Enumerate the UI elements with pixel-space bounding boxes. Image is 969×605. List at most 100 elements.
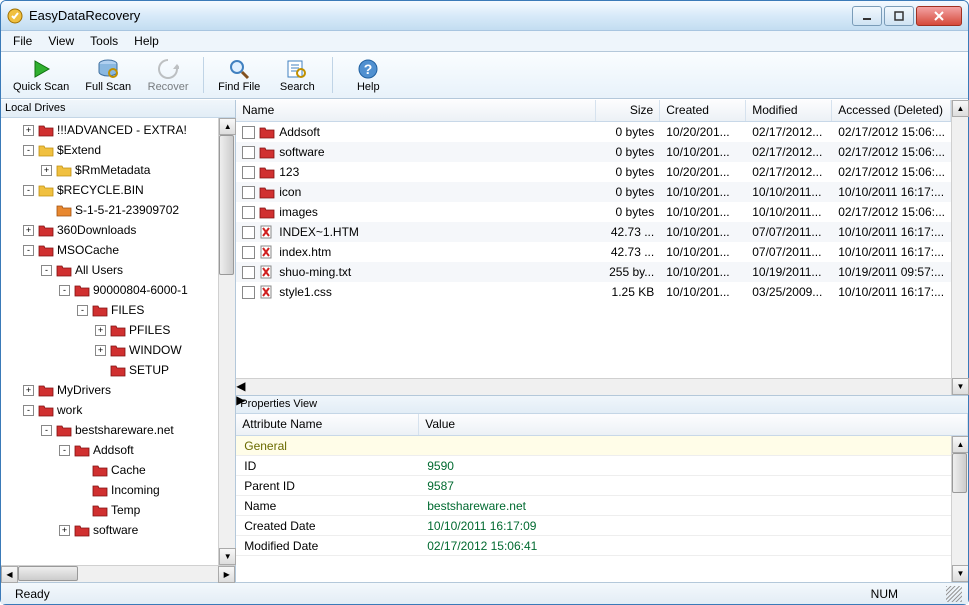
row-checkbox[interactable]	[242, 286, 255, 299]
row-checkbox[interactable]	[242, 266, 255, 279]
expander-icon[interactable]: +	[59, 525, 70, 536]
close-button[interactable]	[916, 6, 962, 26]
expander-icon[interactable]: +	[95, 325, 106, 336]
table-row[interactable]: shuo-ming.txt255 by...10/10/201...10/19/…	[236, 262, 951, 282]
scroll-down-icon[interactable]: ▼	[952, 565, 968, 582]
expander-icon[interactable]: -	[23, 405, 34, 416]
col-size[interactable]: Size	[596, 100, 660, 121]
col-attr-name[interactable]: Attribute Name	[236, 414, 419, 435]
col-modified[interactable]: Modified	[746, 100, 832, 121]
tree-node[interactable]: -$RECYCLE.BIN	[1, 180, 218, 200]
tree-node[interactable]: -Addsoft	[1, 440, 218, 460]
tree-node[interactable]: -90000804-6000-1	[1, 280, 218, 300]
col-name[interactable]: Name	[236, 100, 596, 121]
property-row[interactable]: Created Date10/10/2011 16:17:09	[236, 516, 951, 536]
row-checkbox[interactable]	[242, 126, 255, 139]
tree-node[interactable]: +MyDrivers	[1, 380, 218, 400]
scroll-thumb[interactable]	[219, 135, 234, 275]
menu-view[interactable]: View	[40, 32, 82, 50]
expander-icon[interactable]: -	[41, 425, 52, 436]
table-row[interactable]: 1230 bytes10/20/201...02/17/2012...02/17…	[236, 162, 951, 182]
expander-icon[interactable]: +	[95, 345, 106, 356]
tree-node[interactable]: +WINDOW	[1, 340, 218, 360]
expander-icon[interactable]: -	[59, 445, 70, 456]
table-row[interactable]: Addsoft0 bytes10/20/201...02/17/2012...0…	[236, 122, 951, 142]
tree-node[interactable]: -work	[1, 400, 218, 420]
list-vscrollbar[interactable]: ▲ ▼	[951, 100, 968, 395]
menu-file[interactable]: File	[5, 32, 40, 50]
tree-hscrollbar[interactable]: ◀ ▶	[1, 565, 235, 582]
expander-icon[interactable]: -	[23, 245, 34, 256]
table-row[interactable]: index.htm42.73 ...10/10/201...07/07/2011…	[236, 242, 951, 262]
scroll-right-icon[interactable]: ▶	[218, 566, 235, 583]
property-row[interactable]: Modified Date02/17/2012 15:06:41	[236, 536, 951, 556]
expander-icon[interactable]: -	[77, 305, 88, 316]
tree-node[interactable]: -bestshareware.net	[1, 420, 218, 440]
expander-icon[interactable]: +	[41, 165, 52, 176]
expander-icon[interactable]: -	[41, 265, 52, 276]
tree-node[interactable]: SETUP	[1, 360, 218, 380]
full-scan-button[interactable]: Full Scan	[77, 56, 139, 95]
tree-node[interactable]: -All Users	[1, 260, 218, 280]
col-accessed[interactable]: Accessed (Deleted)	[832, 100, 951, 121]
props-vscrollbar[interactable]: ▲ ▼	[951, 436, 968, 582]
file-list-body[interactable]: Addsoft0 bytes10/20/201...02/17/2012...0…	[236, 122, 951, 378]
tree-node[interactable]: +software	[1, 520, 218, 540]
search-button[interactable]: Search	[268, 56, 326, 95]
col-created[interactable]: Created	[660, 100, 746, 121]
property-row[interactable]: Parent ID9587	[236, 476, 951, 496]
minimize-button[interactable]	[852, 6, 882, 26]
menu-tools[interactable]: Tools	[82, 32, 126, 50]
tree-vscrollbar[interactable]: ▲ ▼	[218, 118, 235, 565]
drive-tree[interactable]: +!!!ADVANCED - EXTRA!-$Extend+$RmMetadat…	[1, 118, 218, 565]
property-row[interactable]: Namebestshareware.net	[236, 496, 951, 516]
row-checkbox[interactable]	[242, 246, 255, 259]
table-row[interactable]: software0 bytes10/10/201...02/17/2012...…	[236, 142, 951, 162]
resize-grip-icon[interactable]	[946, 586, 962, 602]
tree-node[interactable]: Incoming	[1, 480, 218, 500]
scroll-thumb[interactable]	[952, 453, 967, 493]
tree-node[interactable]: -FILES	[1, 300, 218, 320]
scroll-down-icon[interactable]: ▼	[952, 378, 969, 395]
maximize-button[interactable]	[884, 6, 914, 26]
scroll-left-icon[interactable]: ◀	[236, 379, 951, 393]
expander-icon[interactable]: -	[23, 145, 34, 156]
tree-node[interactable]: S-1-5-21-23909702	[1, 200, 218, 220]
find-file-button[interactable]: Find File	[210, 56, 268, 95]
tree-node[interactable]: +360Downloads	[1, 220, 218, 240]
table-row[interactable]: style1.css1.25 KB10/10/201...03/25/2009.…	[236, 282, 951, 302]
scroll-thumb[interactable]	[18, 566, 78, 581]
table-row[interactable]: icon0 bytes10/10/201...10/10/2011...10/1…	[236, 182, 951, 202]
row-checkbox[interactable]	[242, 166, 255, 179]
properties-body[interactable]: GeneralID9590Parent ID9587Namebestsharew…	[236, 436, 951, 582]
property-row[interactable]: ID9590	[236, 456, 951, 476]
tree-node[interactable]: Temp	[1, 500, 218, 520]
list-hscrollbar[interactable]: ◀ ▶	[236, 378, 951, 395]
tree-node[interactable]: +$RmMetadata	[1, 160, 218, 180]
menu-help[interactable]: Help	[126, 32, 167, 50]
scroll-up-icon[interactable]: ▲	[952, 100, 969, 117]
tree-node[interactable]: -$Extend	[1, 140, 218, 160]
scroll-down-icon[interactable]: ▼	[219, 548, 236, 565]
tree-node[interactable]: Cache	[1, 460, 218, 480]
expander-icon[interactable]: -	[59, 285, 70, 296]
tree-node[interactable]: -MSOCache	[1, 240, 218, 260]
row-checkbox[interactable]	[242, 226, 255, 239]
expander-icon[interactable]: +	[23, 225, 34, 236]
table-row[interactable]: INDEX~1.HTM42.73 ...10/10/201...07/07/20…	[236, 222, 951, 242]
help-button[interactable]: ? Help	[339, 56, 397, 95]
scroll-left-icon[interactable]: ◀	[1, 566, 18, 583]
row-checkbox[interactable]	[242, 146, 255, 159]
expander-icon[interactable]: +	[23, 125, 34, 136]
table-row[interactable]: images0 bytes10/10/201...10/10/2011...02…	[236, 202, 951, 222]
expander-icon[interactable]: +	[23, 385, 34, 396]
scroll-right-icon[interactable]: ▶	[236, 393, 951, 407]
scroll-up-icon[interactable]: ▲	[952, 436, 968, 453]
scroll-up-icon[interactable]: ▲	[219, 118, 236, 135]
col-attr-value[interactable]: Value	[419, 414, 968, 435]
tree-node[interactable]: +PFILES	[1, 320, 218, 340]
tree-node[interactable]: +!!!ADVANCED - EXTRA!	[1, 120, 218, 140]
row-checkbox[interactable]	[242, 186, 255, 199]
expander-icon[interactable]: -	[23, 185, 34, 196]
quick-scan-button[interactable]: Quick Scan	[5, 56, 77, 95]
